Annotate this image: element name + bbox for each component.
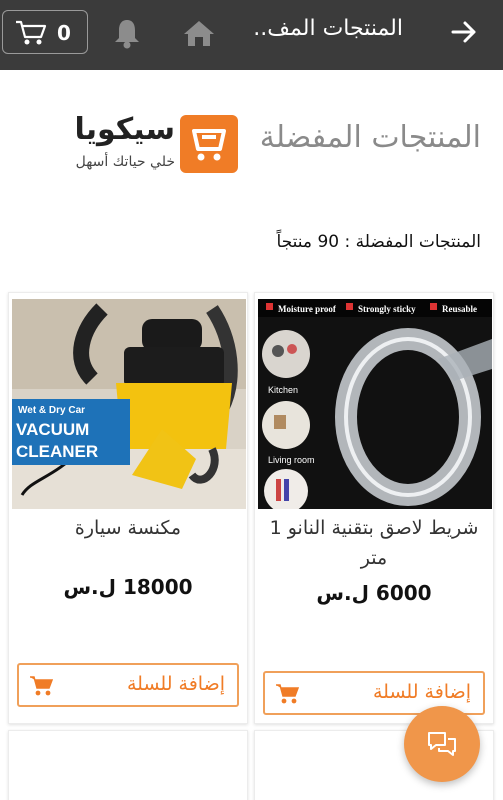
product-price: 6000 ل.س (316, 581, 432, 605)
image-label-sticky: Strongly sticky (358, 304, 416, 314)
add-to-cart-label: إضافة للسلة (126, 673, 225, 695)
favorites-count-label: المنتجات المفضلة : (344, 232, 482, 252)
product-name[interactable]: مكنسة سيارة (15, 513, 241, 543)
product-name[interactable]: شريط لاصق بتقنية النانو 1 متر (261, 513, 487, 573)
image-label-reusable: Reusable (442, 304, 477, 314)
favorites-count: المنتجات المفضلة : 90 منتجاً (277, 232, 481, 252)
image-label-wet-dry: Wet & Dry Car (18, 405, 85, 416)
bell-icon[interactable] (113, 17, 141, 49)
page-title: المنتجات المفضلة (259, 120, 481, 155)
image-label-living-room: Living room (268, 455, 315, 465)
add-to-cart-button[interactable]: إضافة للسلة (17, 663, 239, 707)
top-bar-title: المنتجات المف.. (253, 16, 403, 41)
chat-icon (428, 732, 456, 756)
logo-tagline: خلي حياتك أسهل (75, 154, 175, 170)
cart-button[interactable]: 0 (2, 10, 88, 54)
product-price: 18000 ل.س (63, 575, 193, 599)
image-label-moisture: Moisture proof (278, 304, 337, 314)
image-label-kitchen: Kitchen (268, 385, 298, 395)
add-to-cart-label: إضافة للسلة (372, 681, 471, 703)
top-app-bar: المنتجات المف.. 0 (0, 0, 503, 70)
product-card[interactable] (8, 730, 248, 800)
product-image-tape[interactable]: Moisture proof Strongly sticky Reusable … (258, 299, 492, 509)
image-label-vacuum: VACUUM (16, 420, 89, 439)
cart-count-badge: 0 (57, 21, 71, 45)
favorites-count-value: 90 منتجاً (276, 232, 340, 252)
home-icon[interactable] (183, 19, 215, 47)
brand-logo: سيكويا خلي حياتك أسهل (30, 110, 238, 176)
cart-icon (276, 684, 299, 704)
image-label-cleaner: CLEANER (16, 442, 98, 461)
back-arrow-icon[interactable] (451, 19, 477, 45)
product-card[interactable]: Wet & Dry Car VACUUM CLEANER مكنسة سيارة… (8, 292, 248, 724)
logo-name: سيكويا (74, 112, 175, 147)
cart-icon (16, 20, 47, 45)
cart-icon (30, 676, 53, 696)
chat-button[interactable] (404, 706, 480, 782)
product-card[interactable]: Moisture proof Strongly sticky Reusable … (254, 292, 494, 724)
product-image-vacuum[interactable]: Wet & Dry Car VACUUM CLEANER (12, 299, 246, 509)
logo-cart-mark (180, 115, 238, 173)
